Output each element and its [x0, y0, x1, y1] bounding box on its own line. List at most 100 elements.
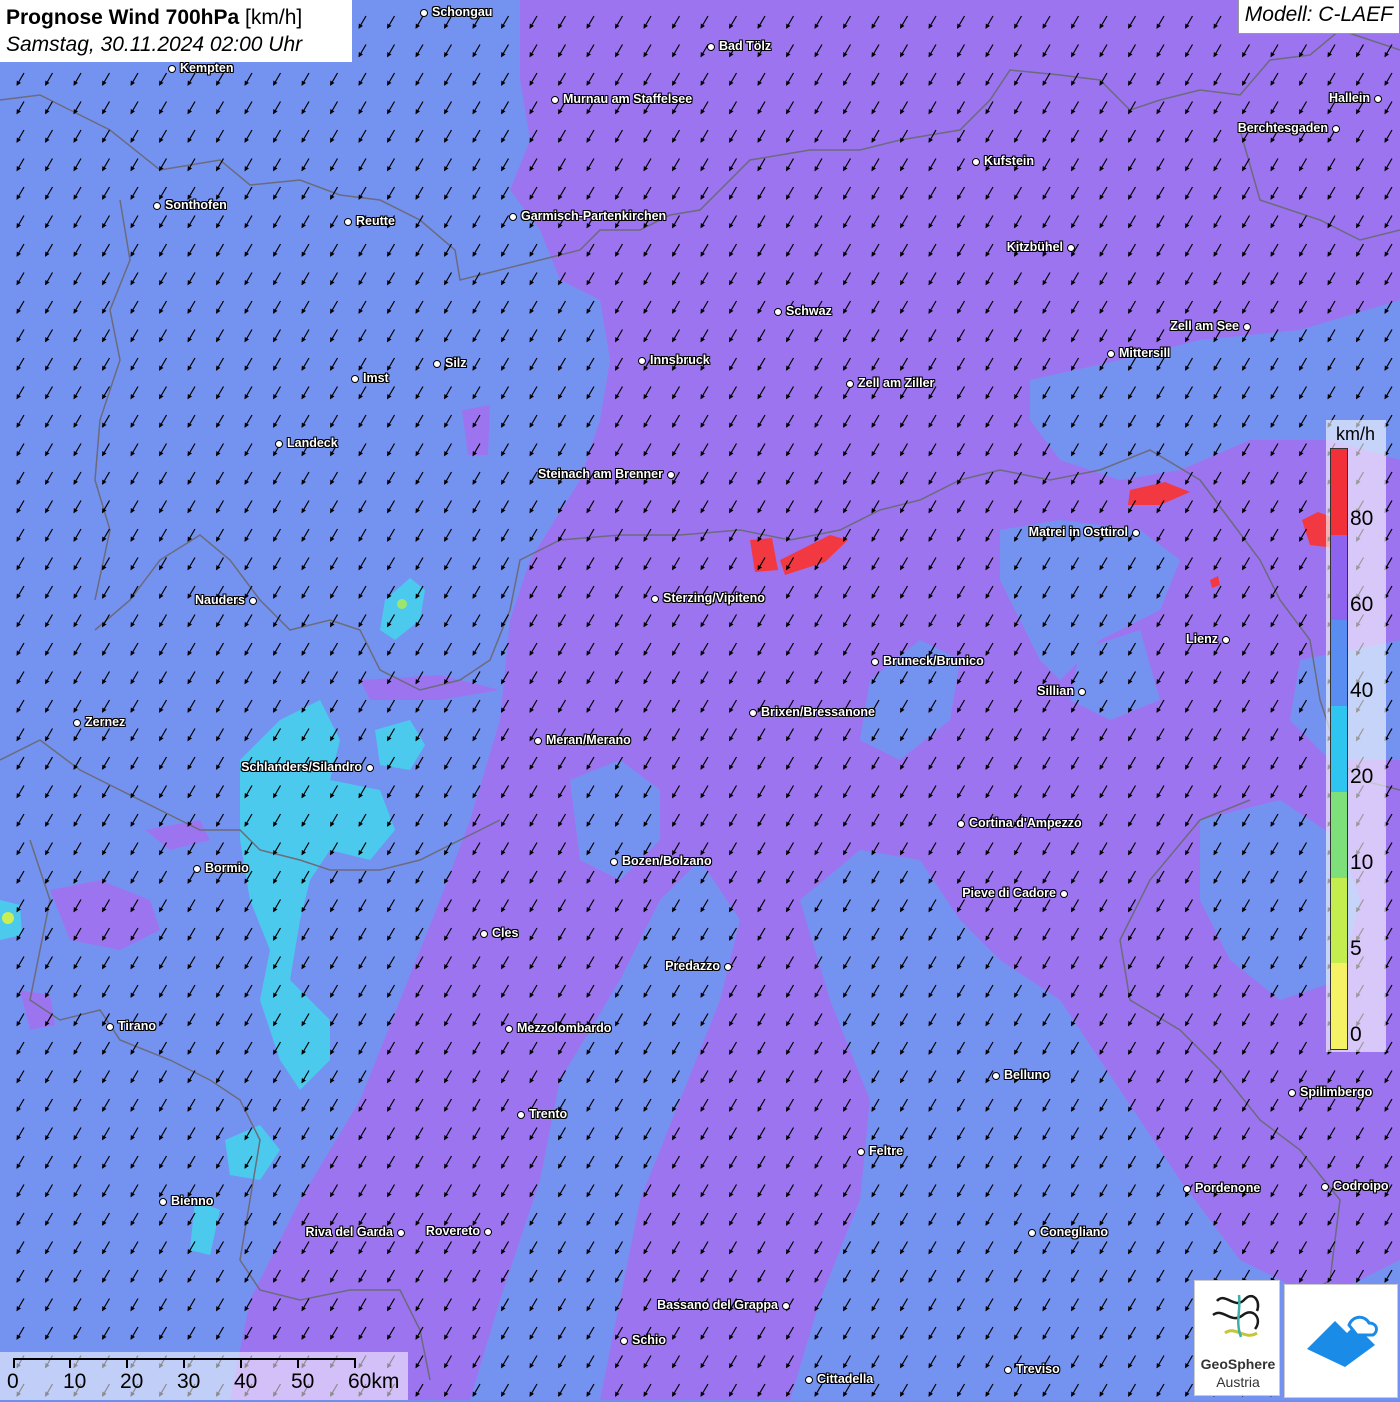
city-label: Meran/Merano — [546, 733, 631, 747]
legend-segment — [1331, 534, 1347, 621]
city-label: Cittadella — [817, 1372, 874, 1386]
city-label: Innsbruck — [650, 353, 710, 367]
city-label: Silz — [445, 356, 467, 370]
scale-label: 30 — [177, 1370, 201, 1393]
city-label: Treviso — [1016, 1362, 1060, 1376]
city-dot-icon — [1243, 323, 1251, 331]
city-dot-icon — [638, 357, 646, 365]
city-dot-icon — [651, 595, 659, 603]
city-dot-icon — [517, 1111, 525, 1119]
city-label: Zell am Ziller — [858, 376, 935, 390]
city-label: Conegliano — [1040, 1225, 1109, 1239]
scale-tick — [126, 1358, 128, 1368]
city-dot-icon — [1332, 125, 1340, 133]
city-label: Sillian — [1037, 684, 1074, 698]
scale-tick — [354, 1358, 356, 1368]
city-label: Belluno — [1004, 1068, 1050, 1082]
city-label: Rovereto — [425, 1224, 480, 1238]
city-label: Riva del Garda — [305, 1225, 393, 1239]
city-dot-icon — [992, 1072, 1000, 1080]
city-label: Bruneck/Brunico — [883, 654, 984, 668]
city-dot-icon — [168, 65, 176, 73]
city-dot-icon — [193, 865, 201, 873]
legend-tick-label: 40 — [1350, 679, 1374, 702]
model-label: Modell: C-LAEF — [1237, 0, 1399, 34]
city-label: Zell am See — [1170, 319, 1239, 333]
city-dot-icon — [1067, 244, 1075, 252]
city-label: Zernez — [85, 715, 126, 729]
scale-label: 60km — [348, 1370, 400, 1393]
city-label: Nauders — [194, 593, 245, 607]
city-dot-icon — [484, 1228, 492, 1236]
scale-tick — [240, 1358, 242, 1368]
city-dot-icon — [1060, 890, 1068, 898]
city-label: Landeck — [287, 436, 338, 450]
city-label: Brixen/Bressanone — [761, 705, 875, 719]
city-label: Trento — [529, 1107, 568, 1121]
city-label: Garmisch-Partenkirchen — [521, 209, 667, 223]
city-dot-icon — [1132, 529, 1140, 537]
city-dot-icon — [1288, 1089, 1296, 1097]
city-dot-icon — [433, 360, 441, 368]
city-dot-icon — [1374, 95, 1382, 103]
legend-segment — [1331, 791, 1347, 878]
city-label: Bormio — [205, 861, 249, 875]
city-label: Bad Tölz — [719, 39, 772, 53]
city-dot-icon — [106, 1023, 114, 1031]
city-label: Sterzing/Vipiteno — [663, 591, 765, 605]
legend-segment — [1331, 963, 1347, 1049]
city-label: Bozen/Bolzano — [622, 854, 712, 868]
city-label: Matrei in Osttirol — [1028, 525, 1128, 539]
city-dot-icon — [505, 1025, 513, 1033]
forecast-datetime: Samstag, 30.11.2024 02:00 Uhr — [6, 33, 303, 56]
map-title: Prognose Wind 700hPa [km/h] — [6, 6, 303, 29]
city-label: Reutte — [356, 214, 395, 228]
city-dot-icon — [707, 43, 715, 51]
city-label: Codroipo — [1333, 1179, 1389, 1193]
city-dot-icon — [610, 858, 618, 866]
city-label: Predazzo — [665, 959, 720, 973]
scale-label: 20 — [120, 1370, 144, 1393]
city-dot-icon — [957, 820, 965, 828]
legend-tick-label: 20 — [1350, 765, 1374, 788]
city-dot-icon — [351, 375, 359, 383]
legend-tick-label: 5 — [1350, 937, 1362, 960]
city-label: Mezzolombardo — [517, 1021, 612, 1035]
city-label: Tirano — [118, 1019, 156, 1033]
city-label: Kufstein — [984, 154, 1034, 168]
city-dot-icon — [397, 1229, 405, 1237]
scale-label: 0 — [7, 1370, 19, 1393]
legend-segment — [1331, 620, 1347, 707]
city-dot-icon — [774, 308, 782, 316]
city-label: Murnau am Staffelsee — [563, 92, 693, 106]
legend-tick-label: 0 — [1350, 1023, 1362, 1046]
city-label: Schongau — [432, 5, 493, 19]
city-dot-icon — [73, 719, 81, 727]
legend-segment — [1331, 877, 1347, 964]
city-label: Schwaz — [786, 304, 832, 318]
city-dot-icon — [871, 658, 879, 666]
city-label: Schlanders/Silandro — [241, 760, 362, 774]
city-dot-icon — [249, 597, 257, 605]
city-dot-icon — [534, 737, 542, 745]
city-label: Pordenone — [1195, 1181, 1261, 1195]
city-dot-icon — [275, 440, 283, 448]
scale-label: 50 — [291, 1370, 315, 1393]
scale-tick — [297, 1358, 299, 1368]
city-label: Lienz — [1186, 632, 1218, 646]
scale-tick — [183, 1358, 185, 1368]
geosphere-country: Austria — [1216, 1374, 1260, 1390]
partner-logo — [1284, 1284, 1398, 1398]
city-label: Hallein — [1329, 91, 1370, 105]
city-dot-icon — [159, 1198, 167, 1206]
scale-tick — [13, 1358, 15, 1368]
city-dot-icon — [620, 1337, 628, 1345]
title-box: Prognose Wind 700hPa [km/h] Samstag, 30.… — [0, 0, 352, 62]
legend-unit: km/h — [1336, 424, 1376, 444]
city-dot-icon — [1004, 1366, 1012, 1374]
legend-segment — [1331, 706, 1347, 792]
city-label: Spilimbergo — [1300, 1085, 1373, 1099]
legend-segment — [1331, 449, 1347, 535]
city-dot-icon — [782, 1302, 790, 1310]
scale-tick — [69, 1358, 71, 1368]
